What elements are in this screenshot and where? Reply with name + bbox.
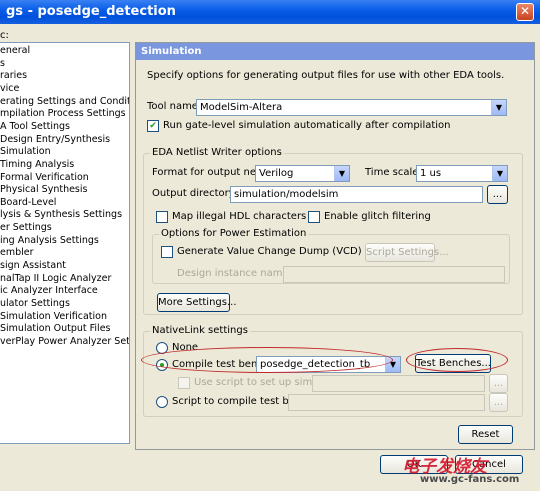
tree-item[interactable]: s <box>0 58 5 71</box>
run-gate-level-label: Run gate-level simulation automatically … <box>163 120 451 131</box>
script-compile-browse-button[interactable]: ... <box>489 393 508 412</box>
time-scale-value: 1 us <box>420 168 442 179</box>
tree-item[interactable]: eneral <box>0 45 30 58</box>
nativelink-group: NativeLink settings None Compile test be… <box>143 324 523 417</box>
tree-item[interactable]: sign Assistant <box>0 260 66 273</box>
window-title: gs - posedge_detection <box>6 4 176 19</box>
design-instance-label: Design instance name: <box>177 268 292 279</box>
script-compile-radio[interactable] <box>156 396 168 408</box>
tree-item[interactable]: Simulation Output Files <box>0 323 111 336</box>
glitch-filter-checkbox[interactable] <box>308 211 320 223</box>
power-group-label: Options for Power Estimation <box>159 227 309 241</box>
tree-item[interactable]: Simulation Verification <box>0 311 107 324</box>
chevron-down-icon: ▼ <box>334 166 349 181</box>
annotation-circle-test-benches <box>406 348 508 372</box>
tree-item[interactable]: erating Settings and Conditions <box>0 96 129 109</box>
eda-netlist-group: EDA Netlist Writer options Format for ou… <box>143 146 523 315</box>
tree-item[interactable]: ic Analyzer Interface <box>0 285 98 298</box>
category-header: c: <box>0 30 9 41</box>
tree-item[interactable]: Design Entry/Synthesis <box>0 134 110 147</box>
chevron-down-icon: ▼ <box>492 166 507 181</box>
tree-item[interactable]: Timing Analysis <box>0 159 74 172</box>
eda-group-label: EDA Netlist Writer options <box>150 146 284 160</box>
use-script-checkbox[interactable] <box>178 377 190 389</box>
chevron-down-icon: ▼ <box>491 100 506 115</box>
close-button[interactable]: ✕ <box>516 3 534 21</box>
tree-item[interactable]: Formal Verification <box>0 172 89 185</box>
watermark-url: www.gc-fans.com <box>420 474 520 485</box>
reset-button[interactable]: Reset <box>458 425 513 444</box>
tree-item[interactable]: mpilation Process Settings <box>0 108 126 121</box>
power-estimation-group: Options for Power Estimation Generate Va… <box>152 227 510 284</box>
simulation-panel: Simulation Specify options for generatin… <box>135 42 535 450</box>
nativelink-group-label: NativeLink settings <box>150 324 250 338</box>
tree-item[interactable]: Board-Level <box>0 197 56 210</box>
tool-name-value: ModelSim-Altera <box>200 102 283 113</box>
tree-item[interactable]: Simulation <box>0 146 51 159</box>
map-illegal-checkbox[interactable] <box>156 211 168 223</box>
script-settings-button[interactable]: Script Settings... <box>365 243 449 262</box>
run-gate-level-checkbox[interactable]: ✔ <box>147 120 159 132</box>
panel-description: Specify options for generating output fi… <box>147 70 505 81</box>
design-instance-input[interactable] <box>283 266 505 283</box>
tree-item[interactable]: vice <box>0 83 19 96</box>
tree-item[interactable]: embler <box>0 247 34 260</box>
output-dir-input[interactable]: simulation/modelsim <box>230 186 483 203</box>
tool-name-label: Tool name: <box>147 101 202 112</box>
tree-item[interactable]: ing Analysis Settings <box>0 235 99 248</box>
panel-title: Simulation <box>136 43 534 60</box>
tool-name-dropdown[interactable]: ModelSim-Altera ▼ <box>196 99 507 116</box>
more-settings-button[interactable]: More Settings... <box>157 293 237 312</box>
tree-item[interactable]: er Settings <box>0 222 52 235</box>
use-script-browse-button[interactable]: ... <box>489 374 508 393</box>
use-script-input[interactable] <box>312 375 485 392</box>
annotation-circle-compile <box>141 347 393 373</box>
tree-item[interactable]: raries <box>0 70 27 83</box>
tree-item[interactable]: lysis & Synthesis Settings <box>0 209 122 222</box>
map-illegal-label: Map illegal HDL characters <box>172 211 307 222</box>
vcd-checkbox[interactable] <box>161 246 173 258</box>
title-bar: gs - posedge_detection ✕ <box>0 0 540 24</box>
tree-item[interactable]: Physical Synthesis <box>0 184 87 197</box>
script-compile-input[interactable] <box>288 394 485 411</box>
tree-item[interactable]: A Tool Settings <box>0 121 70 134</box>
glitch-filter-label: Enable glitch filtering <box>324 211 431 222</box>
time-scale-label: Time scale: <box>365 167 422 178</box>
output-dir-value: simulation/modelsim <box>234 189 339 200</box>
tree-item[interactable]: verPlay Power Analyzer Settings <box>0 336 129 349</box>
close-icon: ✕ <box>519 4 531 18</box>
time-scale-dropdown[interactable]: 1 us ▼ <box>416 165 508 182</box>
format-value: Verilog <box>259 168 294 179</box>
category-tree[interactable]: eneral s raries vice erating Settings and Co… <box>0 42 130 444</box>
tree-item[interactable]: ulator Settings <box>0 298 70 311</box>
format-dropdown[interactable]: Verilog ▼ <box>255 165 350 182</box>
output-dir-browse-button[interactable]: ... <box>487 185 508 204</box>
tree-item[interactable]: nalTap II Logic Analyzer <box>0 273 111 286</box>
output-dir-label: Output directory: <box>152 188 238 199</box>
